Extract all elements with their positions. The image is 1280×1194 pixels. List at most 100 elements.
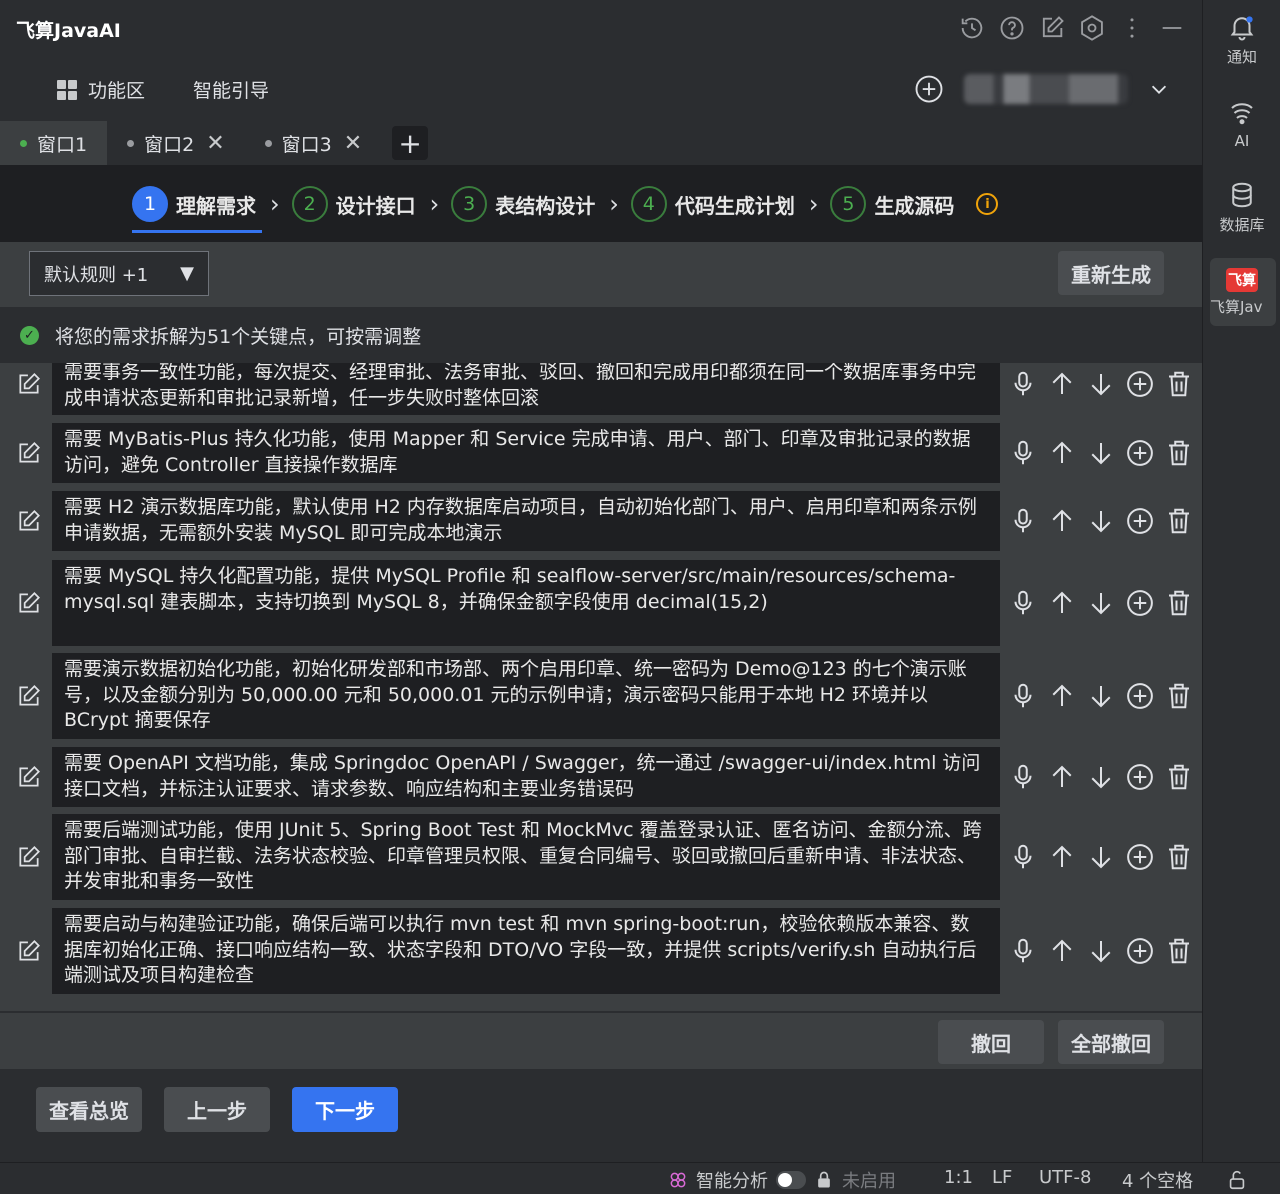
step-5[interactable]: 5 生成源码 (830, 185, 954, 223)
arrow-down-icon[interactable] (1086, 369, 1116, 399)
edit-note-icon[interactable] (1038, 14, 1066, 42)
undo-button[interactable]: 撤回 (938, 1020, 1044, 1064)
minimize-icon[interactable] (1158, 14, 1186, 42)
add-circle-icon[interactable] (1125, 936, 1155, 966)
arrow-up-icon[interactable] (1047, 369, 1077, 399)
requirement-text[interactable]: 需要演示数据初始化功能，初始化研发部和市场部、两个启用印章、统一密码为 Demo… (52, 653, 1000, 739)
requirement-text[interactable]: 需要 OpenAPI 文档功能，集成 Springdoc OpenAPI / S… (52, 747, 1000, 807)
mic-icon[interactable] (1008, 506, 1038, 536)
arrow-up-icon[interactable] (1047, 588, 1077, 618)
line-separator[interactable]: LF (992, 1167, 1012, 1188)
mic-icon[interactable] (1008, 762, 1038, 792)
edit-icon[interactable] (16, 371, 42, 397)
tab-label: 窗口1 (37, 133, 88, 156)
feisuan-plugin-tool[interactable]: 飞算 飞算Jav (1203, 268, 1280, 317)
chevron-down-icon[interactable] (1148, 78, 1170, 100)
mic-icon[interactable] (1008, 438, 1038, 468)
nav-smart-guide[interactable]: 智能引导 (193, 76, 269, 103)
edit-icon[interactable] (16, 590, 42, 616)
trash-icon[interactable] (1164, 369, 1194, 399)
trash-icon[interactable] (1164, 506, 1194, 536)
mic-icon[interactable] (1008, 588, 1038, 618)
tab-window-3[interactable]: 窗口3 ✕ (245, 121, 383, 165)
arrow-up-icon[interactable] (1047, 506, 1077, 536)
cursor-position[interactable]: 1:1 (944, 1167, 973, 1188)
step-3[interactable]: 3 表结构设计 (451, 185, 595, 223)
trash-icon[interactable] (1164, 936, 1194, 966)
arrow-down-icon[interactable] (1086, 762, 1116, 792)
next-step-button[interactable]: 下一步 (292, 1087, 398, 1132)
database-tool[interactable]: 数据库 (1203, 180, 1280, 235)
requirement-text[interactable]: 需要 H2 演示数据库功能，默认使用 H2 内存数据库启动项目，自动初始化部门、… (52, 491, 1000, 551)
arrow-down-icon[interactable] (1086, 438, 1116, 468)
add-tab-button[interactable]: + (392, 126, 429, 160)
history-icon[interactable] (958, 14, 986, 42)
add-circle-icon[interactable] (1125, 842, 1155, 872)
arrow-up-icon[interactable] (1047, 842, 1077, 872)
smart-analysis[interactable]: 智能分析 未启用 (668, 1167, 896, 1193)
requirement-text[interactable]: 需要后端测试功能，使用 JUnit 5、Spring Boot Test 和 M… (52, 814, 1000, 900)
close-icon[interactable]: ✕ (344, 131, 362, 156)
regenerate-button[interactable]: 重新生成 (1058, 251, 1164, 295)
edit-icon[interactable] (16, 764, 42, 790)
add-circle-icon[interactable] (914, 74, 944, 104)
add-circle-icon[interactable] (1125, 369, 1155, 399)
prev-step-button[interactable]: 上一步 (164, 1087, 270, 1132)
add-circle-icon[interactable] (1125, 506, 1155, 536)
arrow-down-icon[interactable] (1086, 681, 1116, 711)
mic-icon[interactable] (1008, 842, 1038, 872)
tab-window-1[interactable]: 窗口1 (0, 121, 108, 165)
edit-icon[interactable] (16, 844, 42, 870)
edit-icon[interactable] (16, 440, 42, 466)
smart-analysis-label: 智能分析 (696, 1171, 768, 1192)
trash-icon[interactable] (1164, 588, 1194, 618)
requirement-text[interactable]: 需要事务一致性功能，每次提交、经理审批、法务审批、驳回、撤回和完成用印都须在同一… (52, 363, 1000, 415)
arrow-down-icon[interactable] (1086, 936, 1116, 966)
rule-select[interactable]: 默认规则 +1 ▼ (29, 251, 209, 296)
step-4[interactable]: 4 代码生成计划 (630, 185, 795, 223)
arrow-up-icon[interactable] (1047, 438, 1077, 468)
close-icon[interactable]: ✕ (206, 131, 224, 156)
arrow-down-icon[interactable] (1086, 842, 1116, 872)
arrow-down-icon[interactable] (1086, 506, 1116, 536)
add-circle-icon[interactable] (1125, 588, 1155, 618)
mic-icon[interactable] (1008, 369, 1038, 399)
trash-icon[interactable] (1164, 762, 1194, 792)
step-2[interactable]: 2 设计接口 (291, 185, 416, 223)
unlock-icon[interactable] (1226, 1169, 1248, 1191)
smart-analysis-toggle[interactable] (776, 1171, 806, 1189)
nav-feature-area[interactable]: 功能区 (56, 76, 145, 103)
add-circle-icon[interactable] (1125, 681, 1155, 711)
arrow-up-icon[interactable] (1047, 681, 1077, 711)
notify-tool[interactable]: 通知 (1203, 12, 1280, 67)
step-label: 生成源码 (874, 193, 955, 218)
edit-icon[interactable] (16, 938, 42, 964)
mic-icon[interactable] (1008, 681, 1038, 711)
mic-icon[interactable] (1008, 936, 1038, 966)
settings-icon[interactable] (1078, 14, 1106, 42)
edit-icon[interactable] (16, 683, 42, 709)
trash-icon[interactable] (1164, 438, 1194, 468)
edit-icon[interactable] (16, 508, 42, 534)
info-icon[interactable]: i (976, 193, 999, 215)
requirement-text[interactable]: 需要 MyBatis-Plus 持久化功能，使用 Mapper 和 Servic… (52, 423, 1000, 483)
arrow-up-icon[interactable] (1047, 936, 1077, 966)
requirement-text[interactable]: 需要启动与构建验证功能，确保后端可以执行 mvn test 和 mvn spri… (52, 908, 1000, 994)
arrow-up-icon[interactable] (1047, 762, 1077, 792)
add-circle-icon[interactable] (1125, 438, 1155, 468)
trash-icon[interactable] (1164, 842, 1194, 872)
trash-icon[interactable] (1164, 681, 1194, 711)
arrow-down-icon[interactable] (1086, 588, 1116, 618)
overview-button[interactable]: 查看总览 (36, 1087, 142, 1132)
undo-all-button[interactable]: 全部撤回 (1058, 1020, 1164, 1064)
help-icon[interactable] (998, 14, 1026, 42)
tab-window-2[interactable]: 窗口2 ✕ (107, 121, 245, 165)
requirement-text[interactable]: 需要 MySQL 持久化配置功能，提供 MySQL Profile 和 seal… (52, 560, 1000, 646)
file-encoding[interactable]: UTF-8 (1039, 1167, 1091, 1188)
indent-setting[interactable]: 4 个空格 (1122, 1167, 1193, 1193)
step-1[interactable]: 1 理解需求 (132, 185, 262, 233)
user-account-blurred[interactable] (964, 74, 1128, 104)
more-vertical-icon[interactable] (1118, 14, 1146, 42)
add-circle-icon[interactable] (1125, 762, 1155, 792)
ai-tool[interactable]: AI (1203, 98, 1280, 150)
